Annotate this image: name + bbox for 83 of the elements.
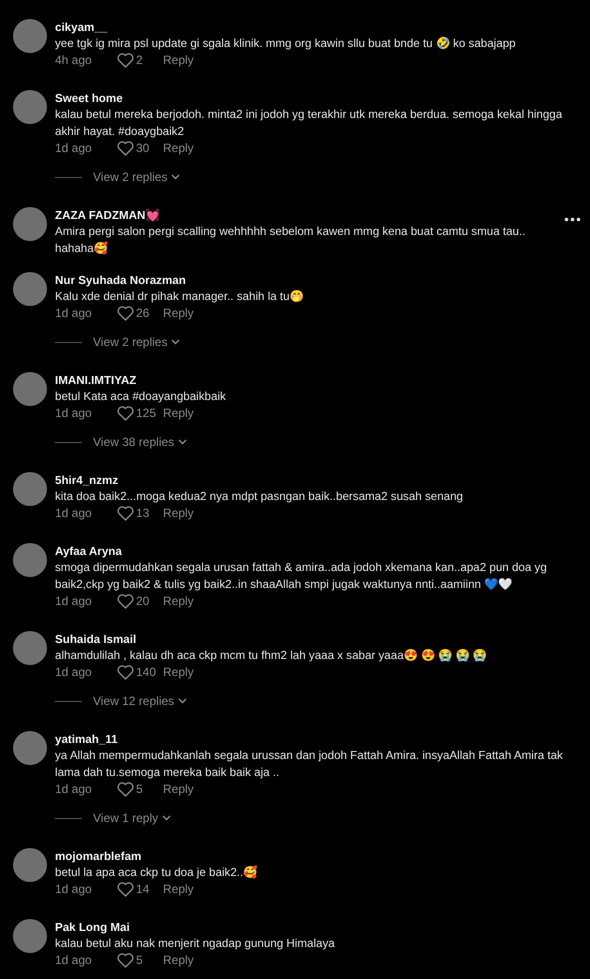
- like-button[interactable]: 14: [117, 881, 163, 897]
- heart-icon: [117, 952, 134, 968]
- timestamp: 1d ago: [55, 881, 93, 897]
- comment-text: Kalu xde denial dr pihak manager.. sahih la tu🤭: [55, 289, 305, 305]
- username[interactable]: 5hir4_nzmz: [55, 473, 564, 488]
- like-button[interactable]: 5: [117, 781, 163, 797]
- reply-button[interactable]: Reply: [163, 593, 194, 609]
- avatar-photo-placeholder[interactable]: [13, 543, 47, 577]
- comment-text: alhamdulilah , kalau dh aca ckp mcm tu fhm2 lah yaaa x sabar yaaa😍 😍 😭 😭 😭: [55, 648, 488, 664]
- view-replies-link[interactable]: View 1 reply: [93, 810, 172, 826]
- heart-icon: [117, 52, 134, 68]
- view-replies-link[interactable]: View 12 replies: [93, 693, 188, 709]
- avatar-photo-placeholder[interactable]: [13, 207, 47, 241]
- like-button[interactable]: 140: [117, 664, 163, 680]
- chevron-down-icon: [171, 174, 180, 180]
- comment-text: yee tgk ig mira psl update gi sgala klinik. mmg org kawin sllu buat bnde tu 🤣 ko sabajapp: [55, 36, 517, 52]
- chevron-down-icon: [178, 439, 188, 445]
- heart-icon: [117, 664, 134, 680]
- avatar-photo-placeholder[interactable]: [13, 372, 47, 406]
- view-replies-link[interactable]: View 2 replies: [93, 334, 180, 350]
- timestamp: 1d ago: [55, 781, 93, 797]
- username[interactable]: Suhaida Ismail: [55, 632, 564, 647]
- like-button[interactable]: 5: [117, 952, 163, 968]
- reply-button[interactable]: Reply: [163, 52, 194, 68]
- username[interactable]: Ayfaa Aryna: [55, 544, 564, 559]
- username[interactable]: ZAZA FADZMAN💓: [55, 208, 564, 223]
- username[interactable]: Nur Syuhada Norazman: [55, 273, 564, 288]
- avatar-photo-placeholder[interactable]: [13, 472, 47, 506]
- reply-button[interactable]: Reply: [163, 505, 194, 521]
- heart-icon: [117, 306, 134, 320]
- reply-button[interactable]: Reply: [163, 781, 194, 797]
- comment-text: kita doa baik2...moga kedua2 nya mdpt pasngan baik..bersama2 susah senang: [55, 489, 464, 505]
- avatar-photo-placeholder[interactable]: [13, 731, 47, 765]
- chevron-down-icon: [178, 698, 188, 704]
- view-replies-link[interactable]: View 38 replies: [93, 434, 188, 450]
- heart-icon: [117, 882, 134, 896]
- reply-button[interactable]: Reply: [163, 305, 194, 321]
- heart-icon: [117, 594, 134, 608]
- timestamp: 1d ago: [55, 140, 93, 156]
- timestamp: 4h ago: [55, 52, 93, 68]
- like-button[interactable]: 20: [117, 593, 163, 609]
- reply-button[interactable]: Reply: [163, 881, 194, 897]
- comment-text: betul la apa aca ckp tu doa je baik2..🥰: [55, 864, 258, 881]
- like-button[interactable]: 2: [117, 52, 163, 68]
- username[interactable]: mojomarblefam: [55, 849, 564, 864]
- avatar-photo-placeholder[interactable]: [13, 919, 47, 953]
- timestamp: 1d ago: [55, 505, 93, 521]
- avatar-photo-placeholder[interactable]: [13, 90, 47, 124]
- like-button[interactable]: 30: [117, 140, 163, 156]
- like-button[interactable]: 13: [117, 505, 163, 521]
- comment-text: kalau betul aku nak menjerit ngadap gunung Himalaya: [55, 936, 336, 952]
- heart-icon: [117, 406, 134, 420]
- username[interactable]: cikyam__: [55, 20, 564, 35]
- username[interactable]: Pak Long Mai: [55, 920, 564, 935]
- comment-text: Amira pergi salon pergi scalling wehhhhh sebelom kawen mmg kena buat camtu smua tau.. hahaha🥰: [55, 224, 526, 257]
- comment-text: smoga dipermudahkan segala urusan fattah & amira..ada jodoh xkemana kan..apa2 pun doa yg baik2,ckp yg baik2 & tulis yg baik2..in shaaAllah smpi jugak waktunya nnti..aamiinn 💙🤍: [55, 560, 548, 593]
- timestamp: 1d ago: [55, 305, 93, 321]
- reply-button[interactable]: Reply: [163, 664, 194, 680]
- username[interactable]: Sweet home: [55, 91, 564, 106]
- reply-button[interactable]: Reply: [163, 405, 194, 421]
- timestamp: 1d ago: [55, 664, 93, 680]
- comment-text: ya Allah mempermudahkanlah segala urussan dan jodoh Fattah Amira. insyaAllah Fattah Amira tak lama dah tu.semoga mereka baik baik aja ..: [55, 748, 564, 781]
- username[interactable]: yatimah_11: [55, 732, 564, 747]
- heart-icon: [117, 782, 134, 796]
- avatar-photo-placeholder[interactable]: [13, 631, 47, 665]
- avatar-photo-placeholder[interactable]: [13, 848, 47, 882]
- view-replies-link[interactable]: View 2 replies: [93, 169, 180, 185]
- like-button[interactable]: 26: [117, 305, 163, 321]
- comment-text: betul Kata aca #doayangbaikbaik: [55, 389, 227, 405]
- timestamp: 1d ago: [55, 593, 93, 609]
- username[interactable]: IMANI.IMTIYAZ: [55, 373, 564, 388]
- comment-text: kalau betul mereka berjodoh. minta2 ini jodoh yg terakhir utk mereka berdua. semoga kekal hingga akhir hayat. #doaygbaik2: [55, 107, 564, 140]
- timestamp: 1d ago: [55, 952, 93, 968]
- avatar-photo-placeholder[interactable]: [13, 272, 47, 306]
- heart-icon: [117, 140, 134, 156]
- timestamp: 1d ago: [55, 405, 93, 421]
- reply-button[interactable]: Reply: [163, 140, 194, 156]
- chevron-down-icon: [171, 339, 180, 345]
- avatar-photo-placeholder[interactable]: [13, 19, 47, 53]
- heart-icon: [117, 506, 134, 520]
- chevron-down-icon: [162, 815, 172, 821]
- like-button[interactable]: 125: [117, 405, 163, 421]
- reply-button[interactable]: Reply: [163, 952, 194, 968]
